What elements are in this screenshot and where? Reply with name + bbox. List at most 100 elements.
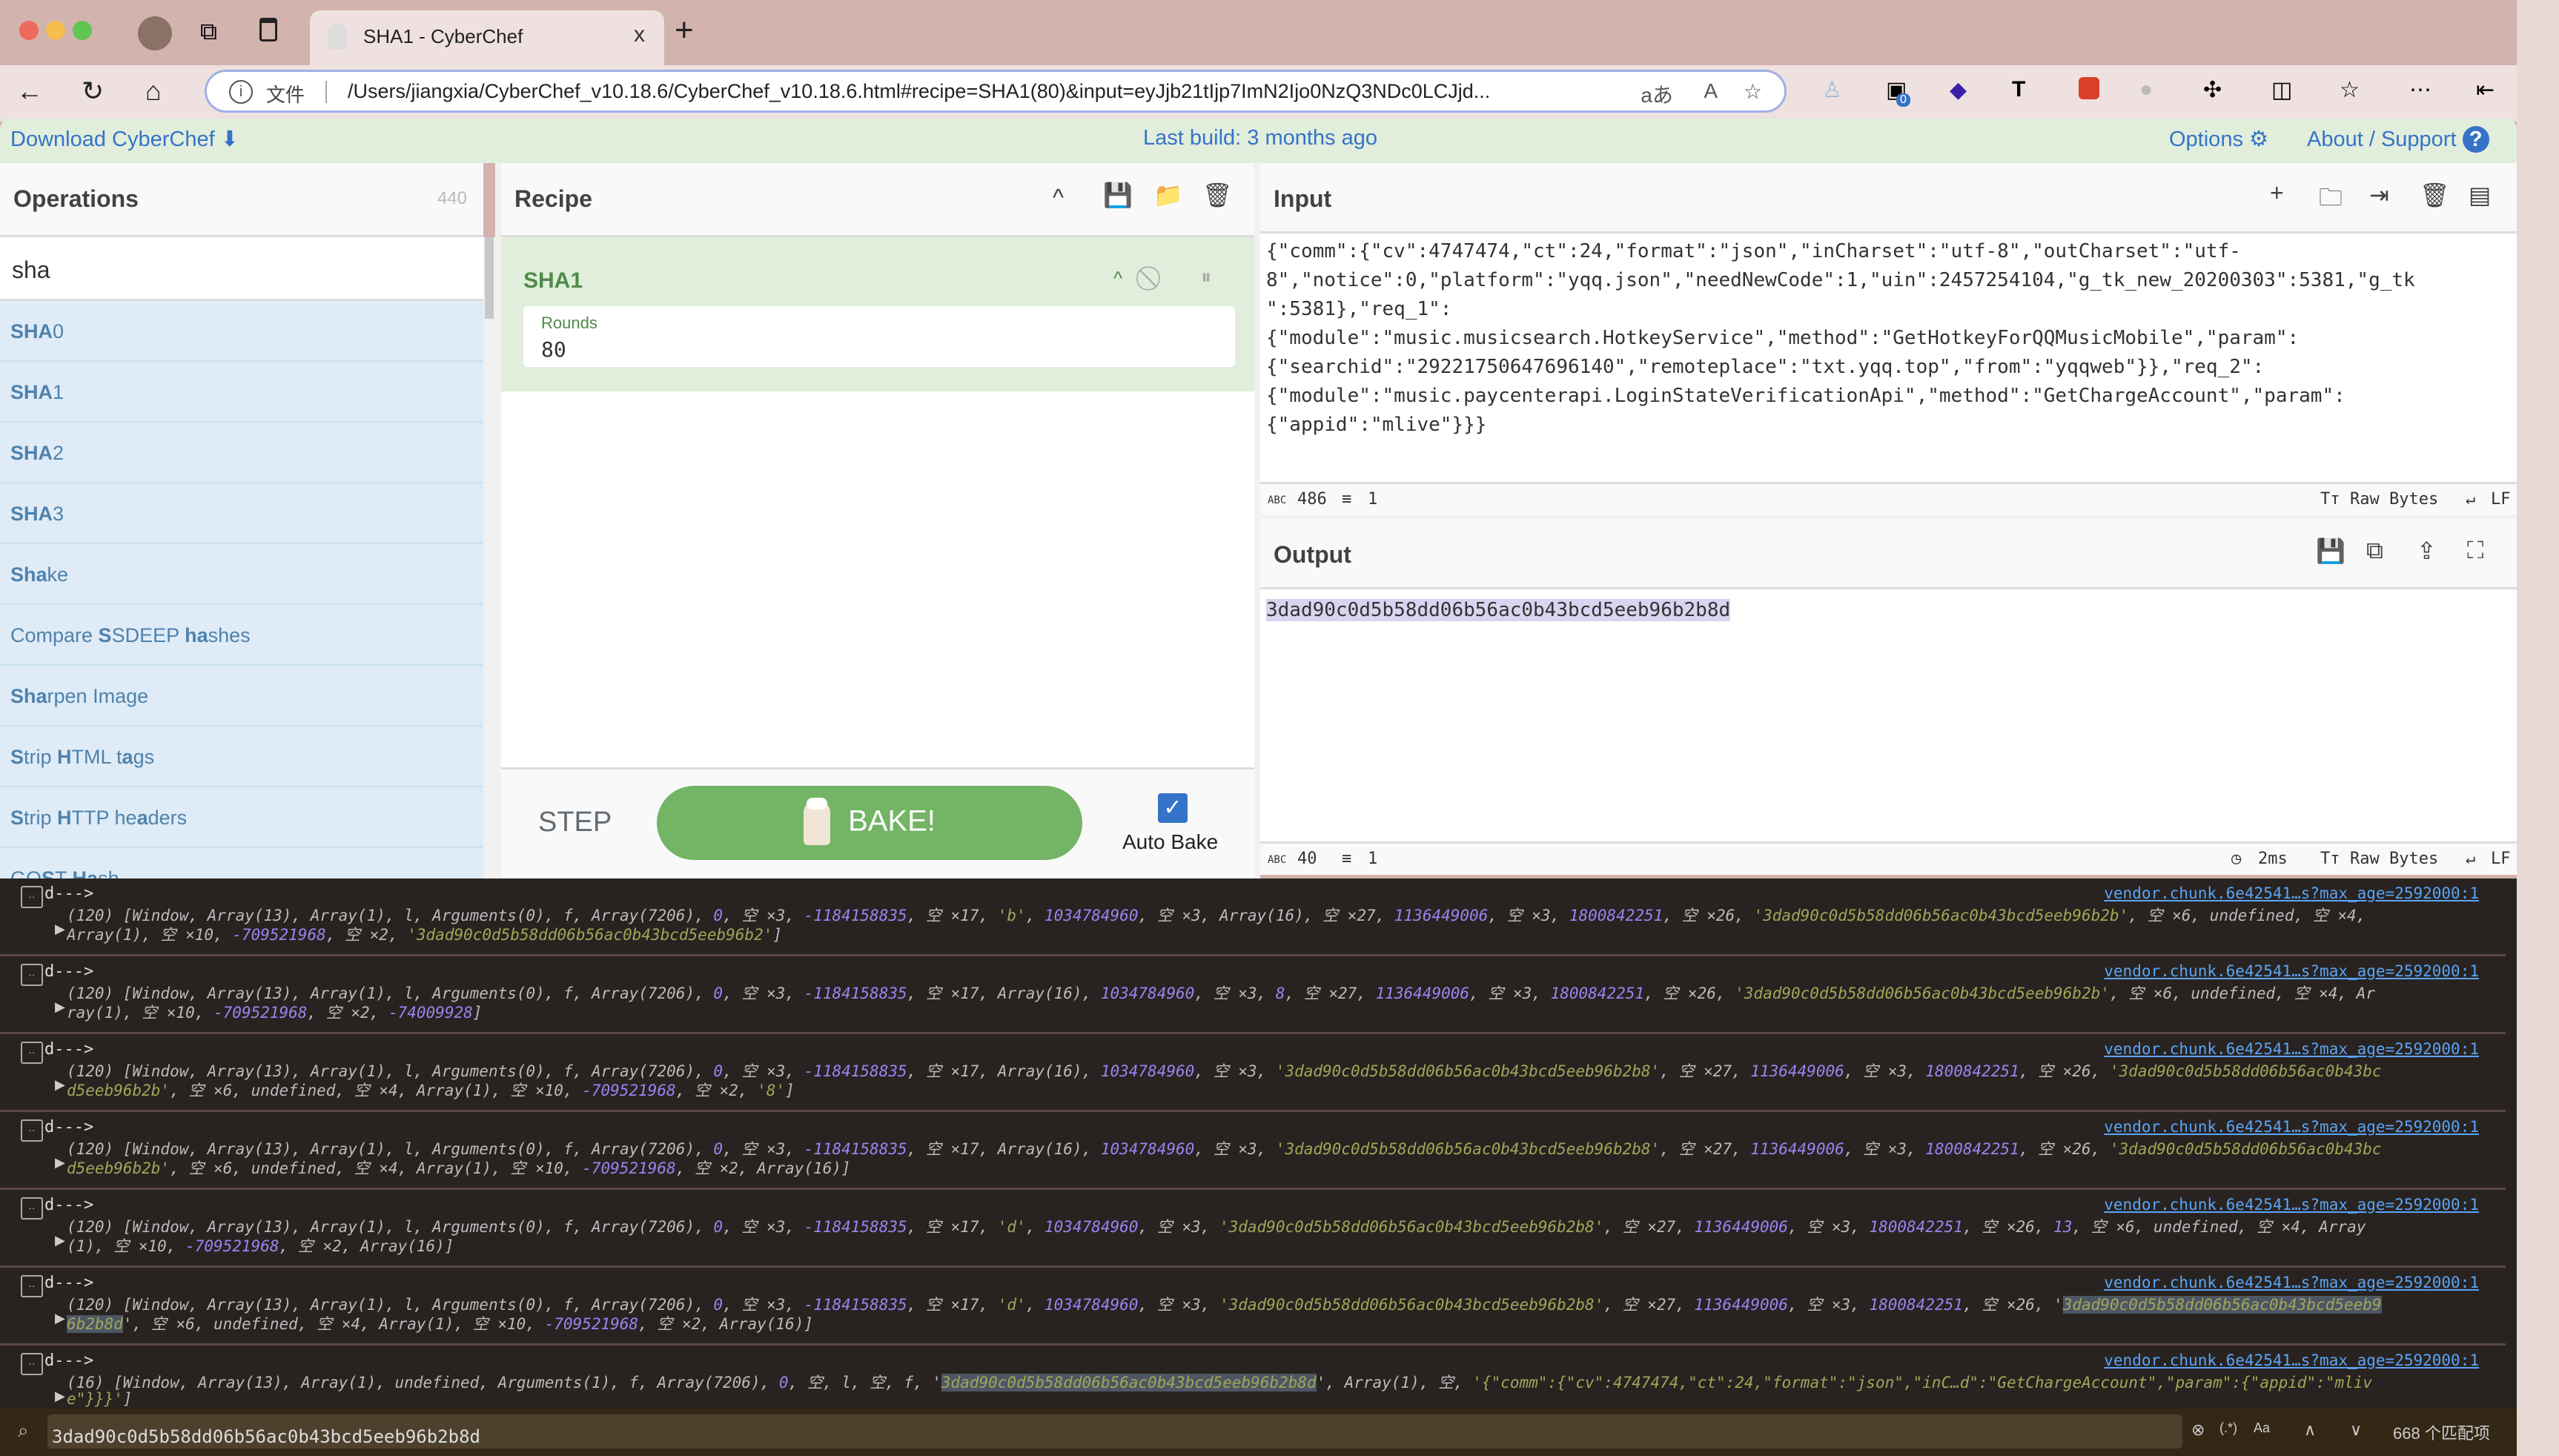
rounds-field[interactable]: Rounds 80: [523, 306, 1235, 367]
translate-icon[interactable]: aあ: [1641, 79, 1673, 109]
expand-arrow-icon[interactable]: ▶: [55, 1077, 65, 1093]
console-source-link[interactable]: vendor.chunk.6e42541…s?max_age=2592000:1: [2104, 1118, 2479, 1136]
console-value-line[interactable]: d5eeb96b2b', 空 ×6, undefined, 空 ×4, Arra…: [67, 1156, 2491, 1179]
operation-item[interactable]: SHA0: [0, 301, 483, 362]
operation-item[interactable]: SHA1: [0, 362, 483, 423]
reset-layout-icon[interactable]: ▤: [2469, 181, 2491, 209]
console-value-line[interactable]: d5eeb96b2b', 空 ×6, undefined, 空 ×4, Arra…: [67, 1079, 2491, 1101]
operation-item[interactable]: SHA3: [0, 483, 483, 544]
expand-arrow-icon[interactable]: ▶: [55, 1389, 65, 1404]
close-window-button[interactable]: [19, 21, 39, 40]
operation-item[interactable]: SHA2: [0, 423, 483, 483]
operation-item[interactable]: Strip HTML tags: [0, 727, 483, 787]
tab-close-icon[interactable]: x: [634, 22, 645, 47]
save-output-icon[interactable]: 💾: [2316, 537, 2346, 565]
next-match-icon[interactable]: ∨: [2350, 1420, 2362, 1440]
workspaces-icon[interactable]: ⧉: [200, 18, 217, 46]
open-folder-icon[interactable]: 🗀: [2319, 181, 2343, 221]
options-link[interactable]: Options ⚙: [2169, 126, 2268, 152]
scrollbar-thumb[interactable]: [485, 237, 494, 319]
console-value-line[interactable]: Array(1), 空 ×10, -709521968, 空 ×2, '3dad…: [67, 923, 2491, 945]
regex-toggle[interactable]: (.*): [2219, 1420, 2237, 1436]
add-input-tab-icon[interactable]: +: [2270, 179, 2284, 207]
home-icon[interactable]: ⌂: [145, 76, 162, 107]
collapse-operation-icon[interactable]: ^: [1113, 267, 1122, 290]
console-source-link[interactable]: vendor.chunk.6e42541…s?max_age=2592000:1: [2104, 1040, 2479, 1058]
extension-qr-icon[interactable]: ▣ 0: [1886, 77, 1910, 107]
extensions-puzzle-icon[interactable]: ✣: [2203, 77, 2222, 103]
output-textarea[interactable]: 3dad90c0d5b58dd06b56ac0b43bcd5eeb96b2b8d: [1266, 596, 1731, 625]
operation-item[interactable]: Compare SSDEEP hashes: [0, 605, 483, 666]
download-cyberchef-link[interactable]: Download CyberChef ⬇: [10, 126, 239, 152]
sidebar-toggle-icon[interactable]: ⇤: [2476, 77, 2495, 103]
expand-arrow-icon[interactable]: ▶: [55, 1155, 65, 1171]
console-search-input[interactable]: 3dad90c0d5b58dd06b56ac0b43bcd5eeb96b2b8d: [47, 1414, 2182, 1449]
collapse-all-icon[interactable]: ^: [1053, 184, 1064, 211]
console-value-line[interactable]: (1), 空 ×10, -709521968, 空 ×2, Array(16)]: [67, 1234, 2491, 1257]
copy-output-icon[interactable]: ⧉: [2366, 537, 2383, 565]
rounds-input[interactable]: 80: [541, 337, 566, 362]
extension-text-icon[interactable]: T: [2012, 77, 2025, 102]
console-source-link[interactable]: vendor.chunk.6e42541…s?max_age=2592000:1: [2104, 1196, 2479, 1214]
output-encoding[interactable]: Raw Bytes: [2350, 850, 2438, 868]
console-source-link[interactable]: vendor.chunk.6e42541…s?max_age=2592000:1: [2104, 1351, 2479, 1369]
extension-grey-icon[interactable]: ●: [2139, 77, 2153, 102]
input-textarea[interactable]: {"comm":{"cv":4747474,"ct":24,"format":"…: [1266, 237, 2415, 440]
expand-arrow-icon[interactable]: ▶: [55, 1311, 65, 1326]
vertical-tabs-icon[interactable]: [259, 18, 277, 42]
console-source-link[interactable]: vendor.chunk.6e42541…s?max_age=2592000:1: [2104, 962, 2479, 980]
expand-arrow-icon[interactable]: ▶: [55, 999, 65, 1015]
back-icon[interactable]: ←: [16, 76, 43, 107]
site-info-icon[interactable]: i: [229, 80, 253, 104]
console-source-link[interactable]: vendor.chunk.6e42541…s?max_age=2592000:1: [2104, 1274, 2479, 1291]
new-tab-button[interactable]: +: [675, 12, 694, 49]
console-source-link[interactable]: vendor.chunk.6e42541…s?max_age=2592000:1: [2104, 884, 2479, 902]
output-eol[interactable]: LF: [2491, 850, 2511, 868]
bake-button[interactable]: BAKE!: [657, 786, 1082, 860]
match-case-toggle[interactable]: Aa: [2254, 1420, 2270, 1436]
clear-input-trash-icon[interactable]: 🗑: [2420, 181, 2450, 209]
input-encoding[interactable]: Raw Bytes: [2350, 490, 2438, 509]
breakpoint-pause-icon[interactable]: ⏸: [1201, 265, 1211, 290]
panel-divider[interactable]: [1254, 163, 1260, 878]
more-menu-icon[interactable]: ⋯: [2409, 77, 2431, 103]
extension-diamond-icon[interactable]: ◆: [1950, 77, 1967, 103]
console-value-line[interactable]: 6b2b8d', 空 ×6, undefined, 空 ×4, Array(1)…: [67, 1312, 2491, 1334]
console-value-line[interactable]: ray(1), 空 ×10, -709521968, 空 ×2, -740099…: [67, 1001, 2491, 1023]
previous-match-icon[interactable]: ∧: [2304, 1420, 2316, 1440]
auto-bake-checkbox[interactable]: ✓: [1158, 793, 1188, 823]
minimize-window-button[interactable]: [46, 21, 65, 40]
address-bar[interactable]: i 文件 /Users/jiangxia/CyberChef_v10.18.6/…: [205, 70, 1787, 113]
save-recipe-icon[interactable]: 💾: [1103, 181, 1133, 209]
open-file-icon[interactable]: ⇥: [2369, 181, 2389, 209]
favorite-star-icon[interactable]: ☆: [1744, 79, 1762, 104]
address-url[interactable]: /Users/jiangxia/CyberChef_v10.18.6/Cyber…: [348, 80, 1490, 103]
about-support-link[interactable]: About / Support ?: [2307, 126, 2489, 153]
operations-scrollbar[interactable]: [483, 237, 495, 878]
profile-avatar[interactable]: [138, 16, 172, 50]
console-search-value[interactable]: 3dad90c0d5b58dd06b56ac0b43bcd5eeb96b2b8d: [52, 1426, 480, 1447]
browser-tab-active[interactable]: SHA1 - CyberChef x: [310, 10, 664, 65]
load-recipe-folder-icon[interactable]: 📁: [1153, 181, 1183, 209]
console-value-line[interactable]: e"}}}']: [67, 1390, 2491, 1408]
reload-icon[interactable]: ↻: [82, 76, 104, 107]
maximize-window-button[interactable]: [73, 21, 92, 40]
operation-item[interactable]: GOST Hash: [0, 848, 483, 878]
favorites-list-icon[interactable]: ☆: [2340, 77, 2360, 103]
extension-red-icon[interactable]: [2079, 77, 2099, 99]
maximize-output-icon[interactable]: ⛶: [2467, 537, 2483, 565]
expand-arrow-icon[interactable]: ▶: [55, 1233, 65, 1248]
operation-item[interactable]: Strip HTTP headers: [0, 787, 483, 848]
step-button[interactable]: STEP: [538, 807, 612, 838]
input-eol[interactable]: LF: [2491, 490, 2511, 509]
operation-item[interactable]: Shake: [0, 544, 483, 605]
operations-search-input[interactable]: sha: [0, 237, 483, 301]
operation-item[interactable]: Sharpen Image: [0, 666, 483, 727]
split-screen-icon[interactable]: ◫: [2271, 77, 2292, 103]
clear-recipe-trash-icon[interactable]: 🗑: [1202, 181, 1233, 209]
output-value[interactable]: 3dad90c0d5b58dd06b56ac0b43bcd5eeb96b2b8d: [1266, 599, 1731, 621]
panel-divider[interactable]: [495, 163, 501, 878]
expand-arrow-icon[interactable]: ▶: [55, 921, 65, 937]
read-aloud-icon[interactable]: A: [1704, 79, 1718, 103]
clear-search-icon[interactable]: ⊗: [2191, 1420, 2205, 1440]
